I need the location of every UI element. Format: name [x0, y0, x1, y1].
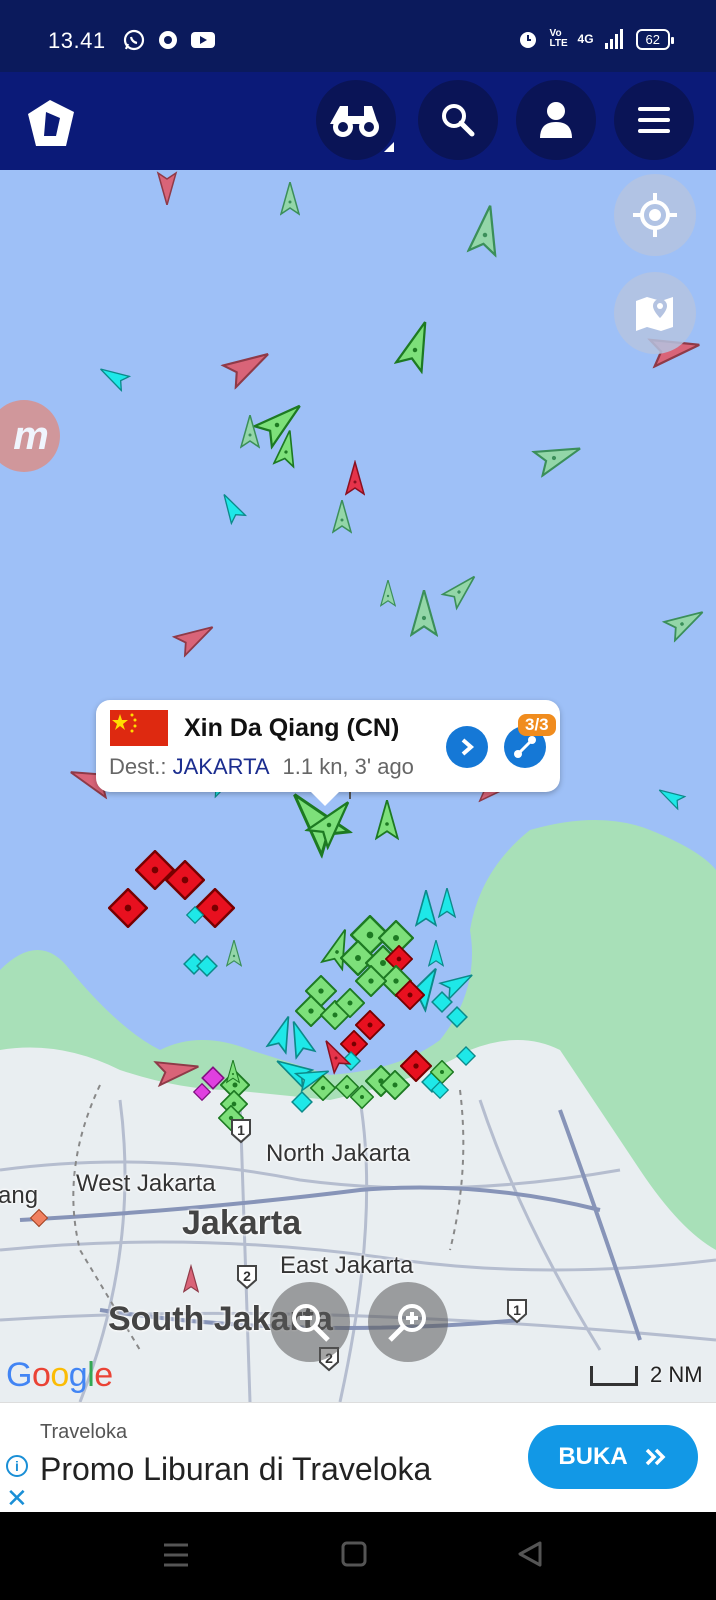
place-north-jakarta: North Jakarta: [266, 1140, 411, 1167]
map-layers-button[interactable]: [614, 272, 696, 354]
place-west-jakarta: West Jakarta: [76, 1170, 216, 1197]
map-pin-icon: [636, 297, 673, 331]
my-location-button[interactable]: [614, 174, 696, 256]
crosshair-icon: [633, 193, 677, 237]
sync-app-icon: [159, 31, 177, 49]
zoom-in-icon: [388, 1304, 426, 1342]
account-button[interactable]: [516, 80, 596, 160]
user-icon: [540, 102, 572, 138]
system-nav-bar: [0, 1512, 716, 1600]
vessel-popup[interactable]: Xin Da Qiang (CN) Dest.: JAKARTA 1.1 kn,…: [96, 700, 560, 806]
marinetraffic-logo-icon[interactable]: [22, 96, 78, 150]
ad-info-icon[interactable]: i: [6, 1455, 28, 1477]
dest-label: Dest.:: [109, 754, 167, 779]
binoculars-icon: [330, 106, 379, 137]
status-time: 13.41: [48, 28, 106, 53]
road-shield-1: 1: [237, 1122, 245, 1138]
app-screen: 13.41 Vo LTE 4G 62 1 2 2 1 m North Jakar…: [0, 0, 716, 1600]
notification-icons: [122, 28, 216, 52]
road-shield-4: 1: [513, 1302, 521, 1318]
status-bar: 13.41 Vo LTE 4G 62: [0, 0, 716, 72]
ad-banner[interactable]: Traveloka Promo Liburan di Traveloka i ✕…: [0, 1402, 716, 1514]
volte-indicator: Vo LTE: [549, 28, 568, 49]
vessel-details: Dest.: JAKARTA 1.1 kn, 3' ago: [109, 754, 414, 780]
zoom-in-button[interactable]: [368, 1282, 448, 1362]
menu-button[interactable]: [614, 80, 694, 160]
app-header: [0, 72, 716, 170]
vessel-speed-time: 1.1 kn, 3' ago: [282, 754, 414, 779]
vessel-name: Xin Da Qiang (CN): [184, 714, 400, 742]
ad-title[interactable]: Promo Liburan di Traveloka: [40, 1451, 431, 1488]
place-tangerang: ang: [0, 1182, 39, 1209]
menu-icon: [638, 107, 670, 133]
search-button[interactable]: [418, 80, 498, 160]
scale-label: 2 NM: [650, 1362, 703, 1387]
place-jakarta: Jakarta: [182, 1204, 302, 1242]
ad-close-icon[interactable]: ✕: [6, 1483, 28, 1514]
vessel-details-button[interactable]: [446, 726, 488, 768]
ad-brand: Traveloka: [40, 1421, 128, 1443]
ad-open-label: BUKA: [558, 1443, 628, 1470]
scale-bar: [590, 1366, 638, 1386]
route-icon: [514, 736, 536, 758]
system-icons: Vo LTE 4G 62: [516, 27, 675, 51]
zoom-out-button[interactable]: [270, 1282, 350, 1362]
back-icon[interactable]: [516, 1540, 544, 1568]
google-logo: Google: [6, 1356, 113, 1394]
chevron-right-icon: [461, 738, 475, 756]
recent-apps-icon[interactable]: [162, 1542, 190, 1568]
signal-icon: [604, 29, 623, 49]
ad-open-button[interactable]: BUKA: [528, 1425, 698, 1489]
home-icon[interactable]: [340, 1540, 368, 1568]
vessel-count-badge: 3/3: [518, 714, 556, 736]
zoom-out-icon: [292, 1304, 330, 1342]
place-east-jakarta: East Jakarta: [280, 1252, 414, 1279]
road-shield-2: 2: [243, 1268, 251, 1284]
vessel-destination: JAKARTA: [172, 754, 269, 779]
search-icon: [442, 104, 475, 137]
double-chevron-icon: [645, 1448, 666, 1466]
battery-indicator: 62: [635, 28, 675, 50]
whatsapp-icon: [123, 29, 145, 51]
alarm-icon: [519, 32, 536, 48]
binoculars-button[interactable]: [316, 80, 396, 160]
network-type: 4G: [577, 32, 594, 46]
youtube-icon: [191, 32, 215, 48]
vessel-map[interactable]: 1 2 2 1 m North Jakarta West Jakarta ang…: [0, 170, 716, 1402]
china-flag-icon: [110, 710, 168, 746]
